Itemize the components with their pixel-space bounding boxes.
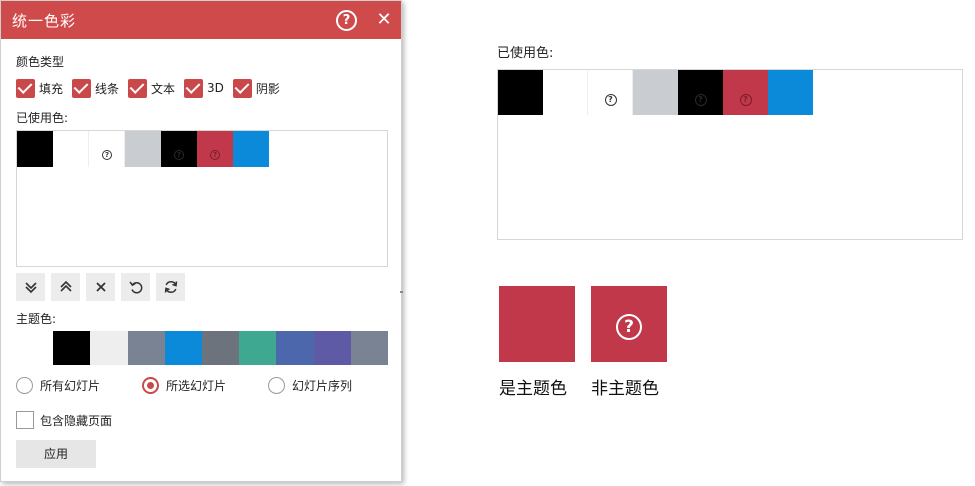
color-type-checkboxes: 填充 线条 文本 3D 阴影 <box>16 78 289 98</box>
preview-used-color-swatch[interactable] <box>768 70 813 115</box>
question-mark-icon: ? <box>694 93 707 106</box>
theme-colors-swatches <box>16 331 389 365</box>
dialog-titlebar: 统一色彩 ? ✕ <box>1 1 401 39</box>
preview-used-color-swatch[interactable]: ? <box>588 70 633 115</box>
used-color-swatch[interactable] <box>17 131 53 167</box>
divider-tick <box>400 291 403 293</box>
unify-colors-dialog: 统一色彩 ? ✕ 颜色类型 填充 线条 文本 3D 阴影 已使用色: ??? 主… <box>0 0 402 482</box>
theme-color-swatch[interactable] <box>53 331 91 365</box>
theme-color-swatch[interactable] <box>164 331 203 365</box>
theme-color-swatch[interactable] <box>127 331 165 365</box>
checkbox-checked-icon <box>16 78 35 98</box>
theme-colors-label: 主题色: <box>16 312 57 326</box>
undo-button[interactable] <box>121 273 150 301</box>
preview-used-colors-label: 已使用色: <box>497 46 554 61</box>
theme-color-swatch[interactable] <box>350 331 389 365</box>
include-hidden-label: 包含隐藏页面 <box>40 413 113 428</box>
non-theme-color-caption: 非主题色 <box>591 379 659 399</box>
apply-button[interactable]: 应用 <box>16 440 96 468</box>
move-bottom-button[interactable] <box>16 273 45 301</box>
used-color-swatch[interactable] <box>53 131 89 167</box>
refresh-button[interactable] <box>156 273 185 301</box>
question-mark-icon: ? <box>604 93 617 106</box>
include-hidden-checkbox[interactable]: 包含隐藏页面 <box>16 411 112 429</box>
question-mark-icon: ? <box>174 149 184 160</box>
checkbox-label: 3D <box>207 81 224 95</box>
checkbox-unchecked-icon <box>16 411 34 429</box>
checkbox-3d[interactable]: 3D <box>184 78 224 98</box>
used-colors-toolbar <box>16 273 191 301</box>
preview-used-colors-panel: ??? <box>497 69 963 240</box>
help-icon[interactable]: ? <box>336 10 357 31</box>
move-top-button[interactable] <box>51 273 80 301</box>
theme-color-swatch[interactable] <box>313 331 351 365</box>
theme-color-swatch[interactable] <box>90 331 128 365</box>
radio-circle-icon <box>268 377 285 394</box>
refresh-icon <box>164 281 177 293</box>
checkbox-fill[interactable]: 填充 <box>16 78 63 98</box>
preview-used-color-swatch[interactable] <box>498 70 543 115</box>
theme-color-example <box>499 286 575 362</box>
checkbox-label: 填充 <box>39 81 64 96</box>
preview-used-color-swatch[interactable] <box>543 70 588 115</box>
checkbox-shadow[interactable]: 阴影 <box>232 78 280 98</box>
radio-circle-icon <box>16 377 33 394</box>
question-mark-icon: ? <box>210 149 220 160</box>
checkbox-checked-icon <box>72 78 92 98</box>
question-mark-icon: ? <box>102 149 112 160</box>
preview-used-color-swatch[interactable]: ? <box>678 70 723 115</box>
delete-icon <box>95 282 106 292</box>
theme-color-swatch[interactable] <box>239 331 277 365</box>
used-colors-panel: ??? <box>16 130 388 267</box>
checkbox-checked-icon <box>232 78 252 98</box>
scope-radio-group: 所有幻灯片 所选幻灯片 幻灯片序列 <box>16 377 388 397</box>
preview-used-color-swatch[interactable]: ? <box>723 70 768 115</box>
preview-used-color-swatch[interactable] <box>633 70 678 115</box>
delete-button[interactable] <box>86 273 115 301</box>
checkbox-checked-icon <box>184 78 204 98</box>
color-type-label: 颜色类型 <box>16 55 65 69</box>
checkbox-text[interactable]: 文本 <box>128 78 175 98</box>
used-color-swatch[interactable]: ? <box>89 131 125 167</box>
theme-color-swatch[interactable] <box>202 331 240 365</box>
move-top-icon <box>59 280 72 292</box>
checkbox-label: 文本 <box>151 81 176 96</box>
dialog-title: 统一色彩 <box>12 12 77 30</box>
question-mark-icon: ? <box>616 314 642 341</box>
checkbox-label: 阴影 <box>255 81 280 96</box>
radio-selected-icon <box>142 377 159 394</box>
used-color-swatch[interactable]: ? <box>161 131 197 167</box>
theme-color-caption: 是主题色 <box>499 379 567 399</box>
move-bottom-icon <box>24 282 37 294</box>
radio-label: 幻灯片序列 <box>292 379 353 393</box>
checkbox-label: 线条 <box>95 81 120 96</box>
used-colors-swatches: ??? <box>17 131 387 167</box>
used-colors-label: 已使用色: <box>16 111 69 125</box>
radio-selected-slides[interactable]: 所选幻灯片 <box>142 377 226 394</box>
radio-label: 所选幻灯片 <box>166 379 227 393</box>
undo-icon <box>128 281 142 294</box>
checkbox-checked-icon <box>128 78 148 98</box>
close-icon[interactable]: ✕ <box>375 9 393 31</box>
used-color-swatch[interactable] <box>233 131 269 167</box>
radio-label: 所有幻灯片 <box>40 379 101 393</box>
used-color-swatch[interactable] <box>125 131 161 167</box>
checkbox-line[interactable]: 线条 <box>72 78 119 98</box>
question-mark-icon: ? <box>739 93 752 106</box>
preview-used-colors-swatches: ??? <box>498 70 962 115</box>
theme-color-swatch[interactable] <box>276 331 314 365</box>
theme-color-swatch[interactable] <box>16 331 54 365</box>
used-color-swatch[interactable]: ? <box>197 131 233 167</box>
non-theme-color-example: ? <box>591 286 667 362</box>
radio-all-slides[interactable]: 所有幻灯片 <box>16 377 100 394</box>
radio-slide-sequence[interactable]: 幻灯片序列 <box>268 377 352 394</box>
